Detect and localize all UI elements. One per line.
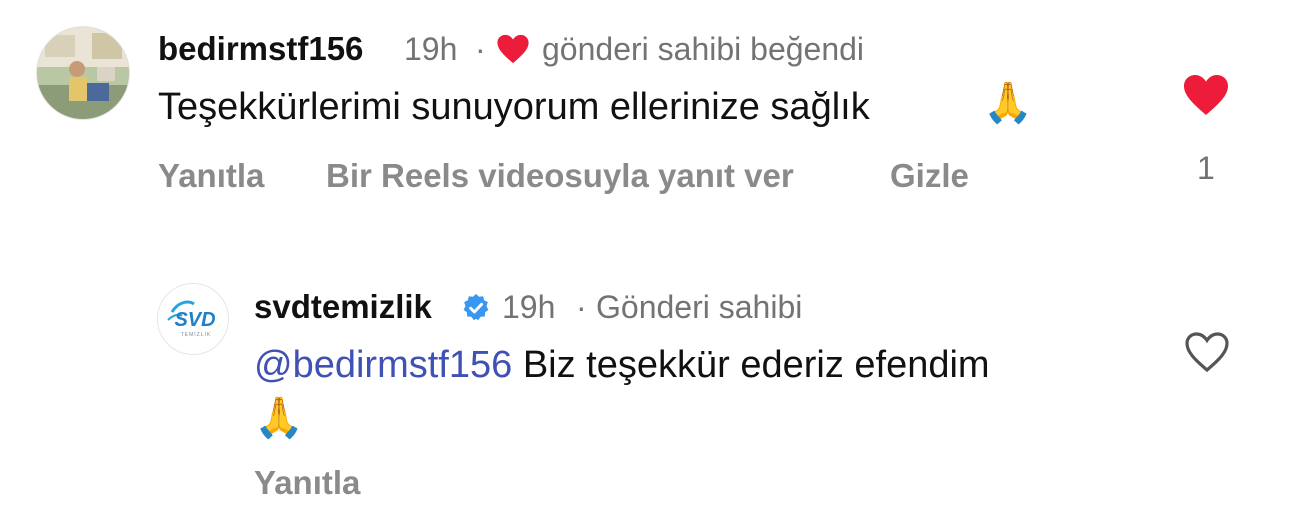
- avatar-photo: [37, 27, 129, 119]
- comment-text: @bedirmstf156 Biz teşekkür ederiz efendi…: [254, 344, 990, 387]
- svg-text:SVD: SVD: [174, 309, 215, 331]
- reply-button[interactable]: Yanıtla: [158, 157, 264, 195]
- pray-emoji: 🙏: [254, 396, 304, 440]
- liked-by-author-label: gönderi sahibi beğendi: [542, 31, 865, 67]
- avatar[interactable]: [36, 26, 130, 120]
- comment-time: 19h: [502, 289, 556, 325]
- pray-emoji: 🙏: [983, 81, 1033, 125]
- comment-text: Teşekkürlerimi sunuyorum ellerinize sağl…: [158, 86, 870, 128]
- like-count: 1: [1197, 150, 1215, 186]
- comment-username[interactable]: svdtemizlik: [254, 288, 432, 326]
- comment-username[interactable]: bedirmstf156: [158, 30, 363, 68]
- comment-text-body: Biz teşekkür ederiz efendim: [522, 344, 990, 386]
- like-button[interactable]: [1183, 330, 1231, 374]
- brand-logo-icon: SVD TEMİZLİK: [167, 300, 216, 338]
- heart-filled-icon: [1184, 75, 1228, 115]
- svg-text:TEMİZLİK: TEMİZLİK: [181, 331, 212, 338]
- avatar[interactable]: SVD TEMİZLİK: [157, 283, 229, 355]
- reply-button[interactable]: Yanıtla: [254, 464, 360, 502]
- meta-separator: ·: [475, 31, 486, 67]
- meta-separator: ·: [576, 289, 587, 325]
- verified-badge-icon: [460, 292, 492, 324]
- like-button[interactable]: [1182, 73, 1230, 117]
- heart-outline-icon: [1185, 332, 1229, 373]
- hide-button[interactable]: Gizle: [890, 157, 969, 195]
- author-label: Gönderi sahibi: [596, 289, 803, 325]
- reels-reply-button[interactable]: Bir Reels videosuyla yanıt ver: [326, 157, 794, 195]
- heart-icon: [496, 33, 530, 65]
- comment-time: 19h: [404, 31, 458, 67]
- mention-link[interactable]: @bedirmstf156: [254, 344, 512, 386]
